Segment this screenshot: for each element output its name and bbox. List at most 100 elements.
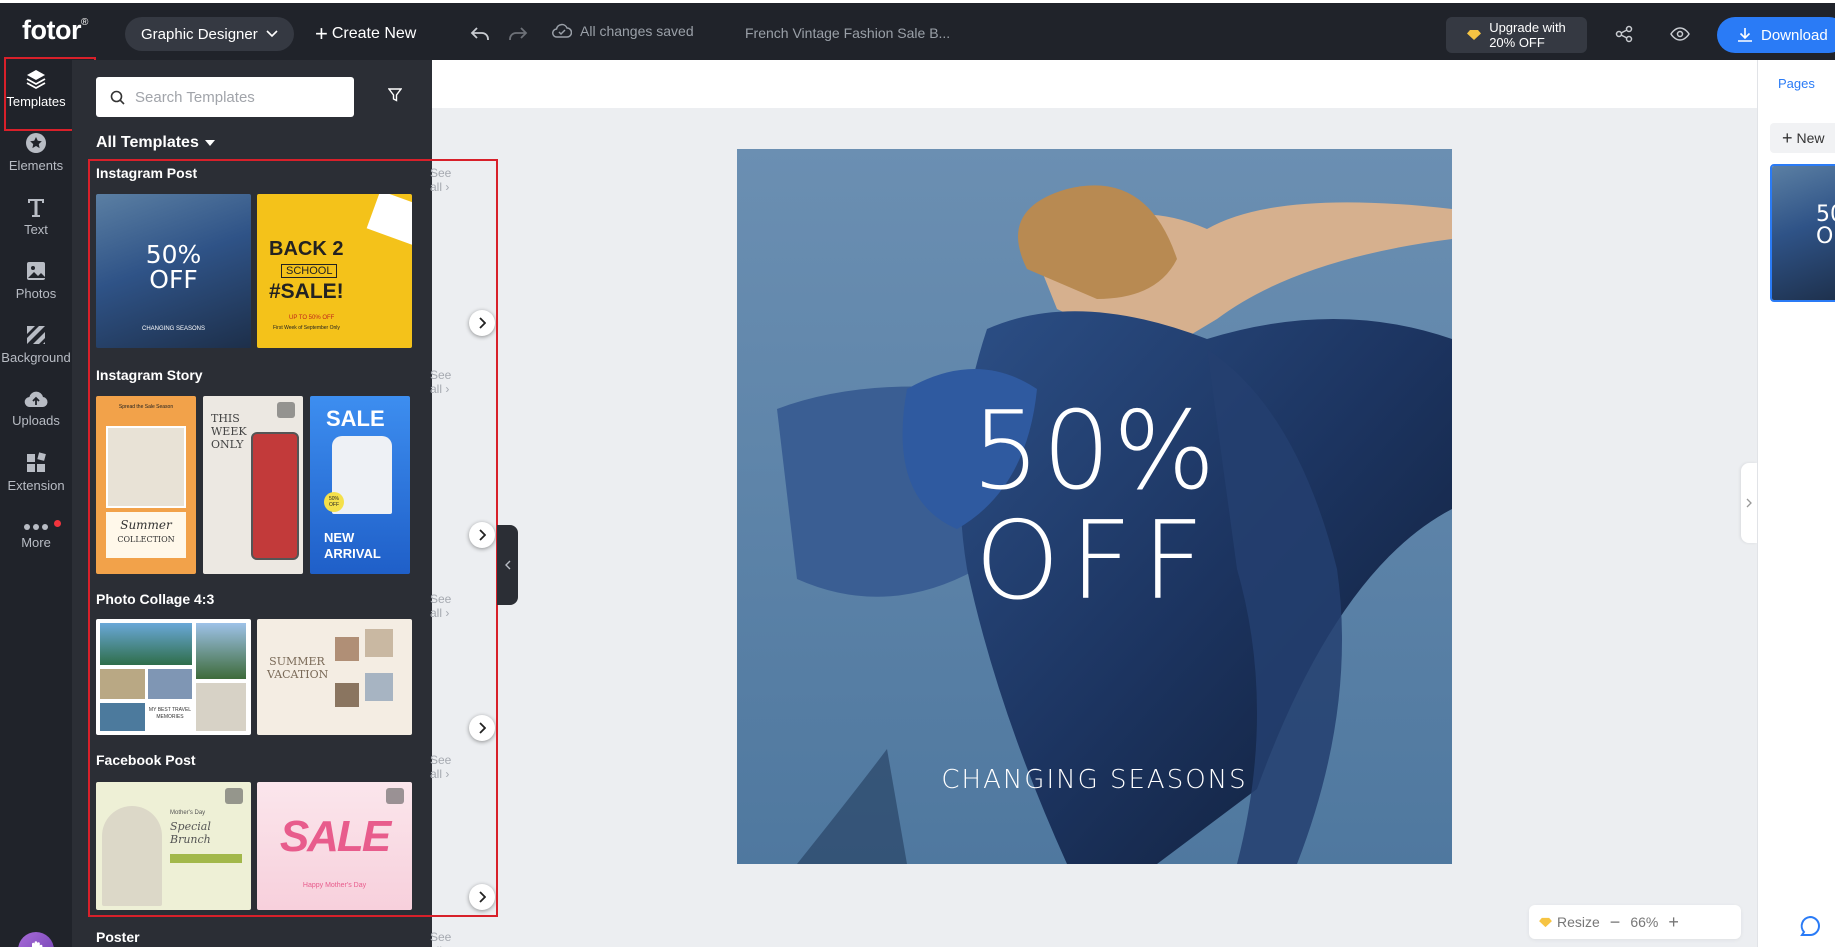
zoom-level[interactable]: 66% — [1630, 914, 1658, 930]
nav-background-label: Background — [1, 349, 71, 365]
new-page-label: New — [1796, 130, 1825, 146]
thumb-pc2-photo-c — [335, 683, 359, 707]
premium-icon — [386, 788, 404, 804]
eye-icon — [1670, 27, 1690, 41]
see-all-poster[interactable]: See all › — [430, 930, 451, 947]
thumb-st1-photo — [106, 426, 186, 508]
create-new-button[interactable]: + Create New — [315, 17, 416, 51]
zoom-in-button[interactable]: + — [1668, 912, 1679, 933]
canvas-toolbar — [432, 60, 1757, 108]
template-thumb-ig-post-2[interactable]: BACK 2 SCHOOL #SALE! UP TO 50% OFF First… — [257, 194, 412, 348]
thumb-fb1-main: Special Brunch — [170, 820, 211, 846]
collapse-panel-button[interactable] — [497, 525, 518, 605]
all-templates-dropdown[interactable]: All Templates — [96, 134, 215, 152]
thumb-st2-main: THIS WEEK ONLY — [211, 412, 247, 451]
layers-icon — [26, 69, 46, 89]
see-all-photo-collage[interactable]: See all › — [430, 592, 451, 620]
chevron-left-icon — [504, 560, 510, 570]
thumb-ig1-sub: CHANGING SEASONS — [141, 326, 205, 332]
share-button[interactable] — [1611, 21, 1637, 47]
template-thumb-photo-collage-1[interactable]: MY BEST TRAVEL MEMORIES — [96, 619, 251, 735]
download-button[interactable]: Download — [1717, 17, 1835, 53]
see-all-instagram-story[interactable]: See all › — [430, 368, 451, 396]
template-thumb-ig-story-1[interactable]: Spread the Sale Season Summer COLLECTION — [96, 396, 196, 574]
tagline-text[interactable]: CHANGING SEASONS — [737, 765, 1452, 795]
preview-button[interactable] — [1667, 21, 1693, 47]
thumb-pc1-photo-f — [196, 683, 246, 731]
premium-icon — [277, 402, 295, 418]
see-all-facebook-post[interactable]: See all › — [430, 753, 451, 781]
chevron-right-icon — [479, 722, 486, 734]
template-thumb-ig-story-3[interactable]: SALE 50% OFF NEW ARRIVAL — [310, 396, 410, 574]
thumb-ig2-line1: BACK 2 — [269, 238, 344, 260]
upgrade-button[interactable]: Upgrade with 20% OFF — [1446, 17, 1587, 53]
resize-button[interactable]: Resize — [1539, 914, 1600, 930]
search-icon — [110, 90, 125, 105]
nav-text-label: Text — [24, 221, 48, 237]
scroll-right-instagram-post[interactable] — [469, 310, 495, 336]
nav-photos[interactable]: Photos — [0, 252, 72, 308]
thumb-pc2-photo-d — [365, 673, 393, 701]
nav-uploads[interactable]: Uploads — [0, 380, 72, 436]
pages-tab[interactable]: Pages — [1778, 76, 1815, 91]
nav-elements[interactable]: Elements — [0, 124, 72, 180]
section-title-poster: Poster — [96, 929, 140, 945]
nav-photos-label: Photos — [15, 285, 57, 301]
new-page-button[interactable]: + New — [1770, 123, 1835, 153]
page-thumbnail-1[interactable]: 50% OFF — [1770, 164, 1835, 302]
more-icon — [24, 523, 48, 530]
nav-templates[interactable]: Templates — [0, 57, 96, 131]
cloud-check-icon — [552, 23, 572, 38]
thumb-st1-top: Spread the Sale Season — [118, 404, 174, 410]
template-thumb-facebook-post-2[interactable]: SALE Happy Mother's Day — [257, 782, 412, 910]
avatar[interactable] — [18, 932, 54, 947]
chevron-down-icon — [266, 30, 278, 38]
chat-button[interactable] — [1790, 906, 1830, 946]
search-box[interactable] — [96, 77, 354, 117]
thumb-pc1-photo-b — [196, 623, 246, 679]
zoom-out-button[interactable]: − — [1610, 912, 1621, 933]
thumb-pc2-photo-b — [365, 629, 393, 657]
upload-icon — [24, 391, 48, 407]
scroll-right-instagram-story[interactable] — [469, 522, 495, 548]
thumb-ig2-paper — [366, 194, 412, 246]
template-thumb-ig-story-2[interactable]: THIS WEEK ONLY — [203, 396, 303, 574]
nav-extension[interactable]: Extension — [0, 444, 72, 500]
thumb-ig2-small: UP TO 50% OFF — [289, 315, 335, 321]
plus-icon: + — [1782, 128, 1793, 148]
design-artboard[interactable]: 50% OFF CHANGING SEASONS — [737, 149, 1452, 864]
scroll-right-facebook-post[interactable] — [469, 884, 495, 910]
see-all-instagram-post[interactable]: See all › — [430, 166, 451, 194]
chevron-right-icon — [479, 891, 486, 903]
share-icon — [1615, 25, 1633, 43]
section-title-instagram-post: Instagram Post — [96, 165, 198, 181]
chevron-right-icon — [1746, 498, 1752, 508]
left-nav: Templates Elements Text Photos Backgroun… — [0, 57, 96, 947]
template-thumb-photo-collage-2[interactable]: SUMMER VACATION — [257, 619, 412, 735]
expand-pages-button[interactable] — [1741, 463, 1757, 543]
all-templates-label: All Templates — [96, 134, 199, 151]
nav-more[interactable]: More — [0, 508, 72, 564]
nav-background[interactable]: Background — [0, 316, 72, 372]
template-thumb-facebook-post-1[interactable]: Mother's Day Special Brunch — [96, 782, 251, 910]
diamond-icon — [1539, 917, 1552, 927]
search-input[interactable] — [135, 88, 335, 106]
thumb-fb1-bar — [170, 854, 242, 863]
fotor-logo[interactable]: fotor® — [22, 15, 88, 46]
filter-button[interactable] — [387, 88, 403, 107]
pages-panel: Pages + New 50% OFF — [1757, 60, 1835, 947]
thumb-st3-main: SALE — [326, 406, 385, 431]
template-thumb-ig-post-1[interactable]: 50% OFF CHANGING SEASONS — [96, 194, 251, 348]
headline-line2[interactable]: OFF — [737, 499, 1452, 624]
redo-button[interactable] — [505, 21, 531, 47]
thumb-fb1-top: Mother's Day — [170, 810, 206, 816]
download-label: Download — [1761, 26, 1828, 44]
nav-text[interactable]: Text — [0, 188, 72, 244]
undo-button[interactable] — [467, 21, 493, 47]
thumb-st1-main: Summer — [120, 518, 172, 532]
thumb-ig2-line2: SCHOOL — [281, 264, 338, 278]
document-title[interactable]: French Vintage Fashion Sale B... — [745, 25, 950, 41]
headline-line1[interactable]: 50% — [737, 389, 1452, 514]
role-dropdown[interactable]: Graphic Designer — [125, 17, 294, 51]
scroll-right-photo-collage[interactable] — [469, 715, 495, 741]
